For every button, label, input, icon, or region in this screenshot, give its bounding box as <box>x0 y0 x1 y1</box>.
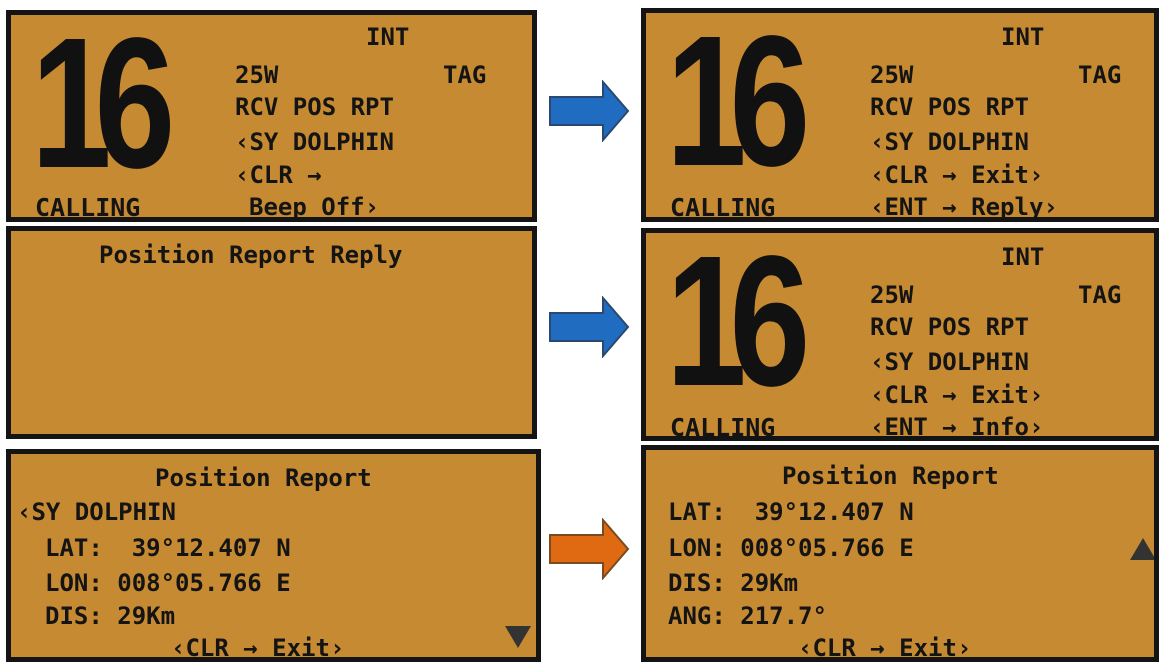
screen-title: Position Report Reply <box>99 241 403 269</box>
clr-exit-option: ‹CLR → Exit› <box>870 161 1044 189</box>
tag-label: TAG <box>443 61 487 89</box>
caller-name: ‹SY DOLPHIN <box>17 498 176 526</box>
caller-name: ‹SY DOLPHIN <box>235 128 394 156</box>
angle-value: ANG: 217.7° <box>668 602 827 630</box>
lcd-panel-calling-reply: 16 INT 25W TAG RCV POS RPT ‹SY DOLPHIN ‹… <box>641 8 1159 222</box>
status-line: RCV POS RPT <box>235 93 394 121</box>
clr-exit-option: ‹CLR → Exit› <box>171 634 345 662</box>
power-label: 25W <box>870 61 914 89</box>
beep-option: Beep Off› <box>249 193 380 221</box>
lcd-panel-position-report-2: Position Report LAT: 39°12.407 N LON: 00… <box>641 445 1159 662</box>
latitude-value: LAT: 39°12.407 N <box>668 498 914 526</box>
triangle-up-icon <box>1130 538 1154 560</box>
lcd-panel-calling-beep: 16 INT 25W TAG RCV POS RPT ‹SY DOLPHIN ‹… <box>6 10 537 222</box>
distance-value: DIS: 29Km <box>668 569 799 597</box>
tag-label: TAG <box>1078 61 1122 89</box>
triangle-down-icon <box>505 626 531 648</box>
clr-option: ‹CLR → <box>235 161 322 189</box>
screen-title: Position Report <box>782 462 999 490</box>
channel-number: 16 <box>31 10 175 207</box>
distance-value: DIS: 29Km <box>45 602 176 630</box>
tag-label: TAG <box>1078 281 1122 309</box>
lcd-panel-position-report-1: Position Report ‹SY DOLPHIN LAT: 39°12.4… <box>6 449 541 662</box>
channel-number: 16 <box>666 8 810 205</box>
arrow-right-icon <box>549 518 630 580</box>
power-label: 25W <box>235 61 279 89</box>
latitude-value: LAT: 39°12.407 N <box>45 534 291 562</box>
lcd-panel-position-report-reply: Position Report Reply <box>6 226 537 439</box>
channel-number: 16 <box>666 228 810 425</box>
status-line: RCV POS RPT <box>870 93 1029 121</box>
ent-reply-option: ‹ENT → Reply› <box>870 193 1058 221</box>
int-label: INT <box>1001 243 1045 271</box>
longitude-value: LON: 008°05.766 E <box>668 534 914 562</box>
caller-name: ‹SY DOLPHIN <box>870 348 1029 376</box>
int-label: INT <box>1001 23 1045 51</box>
arrow-right-icon <box>549 296 630 358</box>
mode-label: CALLING <box>670 193 776 222</box>
lcd-panel-calling-info: 16 INT 25W TAG RCV POS RPT ‹SY DOLPHIN ‹… <box>641 228 1159 441</box>
ent-info-option: ‹ENT → Info› <box>870 413 1044 441</box>
power-label: 25W <box>870 281 914 309</box>
arrow-right-icon <box>549 80 630 142</box>
status-line: RCV POS RPT <box>870 313 1029 341</box>
mode-label: CALLING <box>35 193 141 222</box>
mode-label: CALLING <box>670 413 776 441</box>
caller-name: ‹SY DOLPHIN <box>870 128 1029 156</box>
int-label: INT <box>366 23 410 51</box>
clr-exit-option: ‹CLR → Exit› <box>870 381 1044 409</box>
clr-exit-option: ‹CLR → Exit› <box>798 634 972 662</box>
screen-title: Position Report <box>155 464 372 492</box>
longitude-value: LON: 008°05.766 E <box>45 569 291 597</box>
